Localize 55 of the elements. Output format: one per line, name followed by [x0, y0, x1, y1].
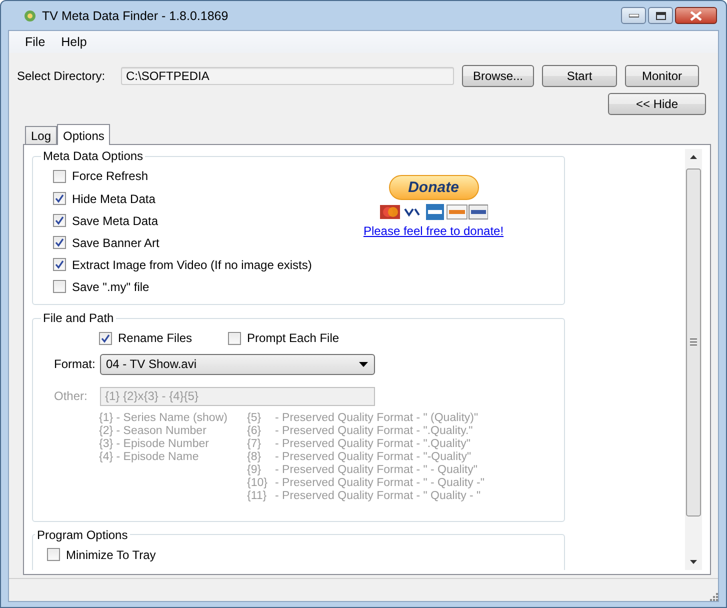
maximize-icon	[656, 12, 666, 20]
legend-text: - Preserved Quality Format - "-Quality"	[275, 450, 472, 464]
other-label: Other:	[54, 389, 88, 403]
minimize-icon	[628, 14, 638, 18]
legend-text: - Preserved Quality Format - " - Quality"	[275, 464, 478, 476]
legend-key: {8}	[247, 450, 271, 464]
menu-item[interactable]: File	[17, 35, 54, 49]
group-title: Program Options	[36, 528, 129, 542]
close-button[interactable]	[675, 7, 717, 24]
checkbox[interactable]: Extract Image from Video (If no image exists)	[53, 256, 312, 274]
checkbox[interactable]: Save Banner Art	[53, 234, 160, 252]
checkbox[interactable]: Minimize To Tray	[47, 546, 156, 564]
legend-text: - Preserved Quality Format - " - Quality -"	[275, 476, 484, 490]
resize-grip-icon	[708, 591, 718, 601]
menu-item[interactable]: Help	[53, 35, 95, 49]
legend-key: {6}	[247, 424, 271, 438]
legend-key: {9}	[247, 464, 271, 476]
format-dropdown[interactable]: 04 - TV Show.avi	[100, 354, 375, 374]
checkbox[interactable]: Save ".my" file	[53, 278, 150, 296]
checkbox[interactable]: Save Meta Data	[53, 212, 158, 230]
checkbox[interactable]: Force Refresh	[53, 167, 148, 185]
legend-text: - Preserved Quality Format - " (Quality)"	[275, 412, 480, 424]
donate-button[interactable]: Donate	[388, 175, 478, 200]
group-title: Meta Data Options	[42, 149, 144, 163]
checkbox[interactable]: Prompt Each File	[228, 329, 340, 347]
directory-label: Select Directory:	[17, 69, 106, 83]
legend-text: {3} - Episode Number	[99, 438, 210, 450]
toolbar-button[interactable]: Start	[542, 65, 617, 87]
checkbox[interactable]: Rename Files	[99, 329, 192, 347]
hide-button[interactable]: << Hide	[608, 93, 706, 115]
legend-text: {1} - Series Name (show)	[99, 412, 228, 424]
maximize-button[interactable]	[648, 7, 673, 24]
legend-key: {10}	[247, 476, 271, 490]
legend-text: - Preserved Quality Format - ".Quality"	[275, 438, 472, 450]
legend-key: {7}	[247, 438, 271, 450]
toolbar-button[interactable]: Monitor	[625, 65, 699, 87]
app-icon	[24, 10, 36, 22]
checkbox[interactable]: Hide Meta Data	[53, 190, 156, 208]
directory-field[interactable]: C:\SOFTPEDIA	[121, 67, 454, 85]
legend-text: - Preserved Quality Format - " Quality - "	[275, 490, 482, 502]
format-label: Format:	[54, 357, 94, 371]
toolbar-button[interactable]: Browse...	[462, 65, 534, 87]
legend-key: {11}	[247, 490, 271, 502]
minimize-button[interactable]	[621, 7, 646, 24]
legend-text: {2} - Season Number	[99, 424, 208, 438]
tab[interactable]: Options	[57, 124, 110, 145]
donate-link[interactable]: Please feel free to donate!	[363, 224, 504, 238]
tab[interactable]: Log	[25, 126, 58, 144]
legend-text: {4} - Episode Name	[99, 450, 200, 464]
window-title: TV Meta Data Finder - 1.8.0.1869	[42, 8, 230, 22]
caret-icon	[359, 362, 368, 366]
legend-key: {5}	[247, 412, 271, 424]
close-icon	[690, 10, 702, 20]
group-title: File and Path	[42, 311, 115, 325]
legend-text: - Preserved Quality Format - ".Quality."	[275, 424, 474, 438]
